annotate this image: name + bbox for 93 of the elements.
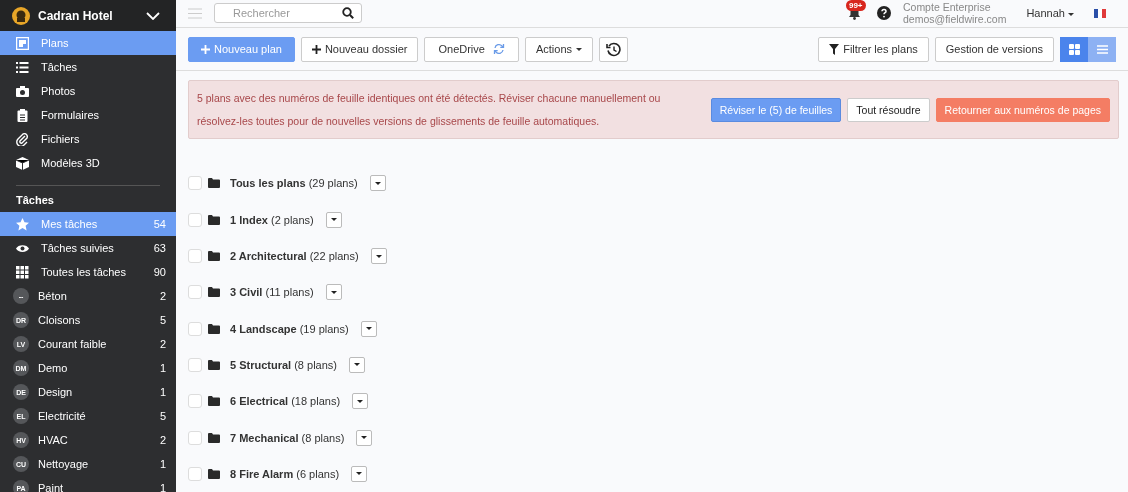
folder-name[interactable]: 4 Landscape (19 plans) bbox=[230, 322, 349, 335]
folder-icon bbox=[208, 468, 220, 479]
plus-icon bbox=[201, 44, 210, 54]
task-count: 63 bbox=[153, 242, 166, 254]
help-icon[interactable] bbox=[876, 6, 891, 21]
new-folder-button[interactable]: Nouveau dossier bbox=[300, 36, 419, 62]
folder-dropdown[interactable] bbox=[351, 465, 368, 482]
checkbox[interactable] bbox=[188, 430, 202, 445]
plus-icon bbox=[311, 44, 321, 54]
account-email: demos@fieldwire.com bbox=[902, 13, 1007, 26]
folder-dropdown[interactable] bbox=[369, 175, 386, 192]
checkbox[interactable] bbox=[188, 176, 202, 191]
folder-name[interactable]: 1 Index (2 plans) bbox=[230, 213, 314, 226]
actions-dropdown[interactable]: Actions bbox=[524, 36, 593, 62]
folder-dropdown[interactable] bbox=[352, 393, 369, 410]
project-header[interactable]: Cadran Hotel bbox=[0, 0, 176, 31]
sidebar-item[interactable]: Photos bbox=[0, 79, 176, 103]
plans-icon bbox=[16, 36, 29, 50]
flag-icon[interactable] bbox=[1094, 8, 1106, 18]
onedrive-button[interactable]: OneDrive bbox=[424, 36, 519, 62]
checkbox[interactable] bbox=[188, 321, 202, 336]
checkbox[interactable] bbox=[188, 249, 202, 264]
folder-icon bbox=[208, 323, 220, 334]
folder-dropdown[interactable] bbox=[356, 429, 373, 446]
folder-name[interactable]: 8 Fire Alarm (6 plans) bbox=[230, 467, 340, 480]
list-view-button[interactable] bbox=[1088, 36, 1116, 62]
logo-icon bbox=[12, 6, 30, 25]
list-icon bbox=[1096, 44, 1108, 54]
project-name: Cadran Hotel bbox=[38, 8, 114, 23]
history-button[interactable] bbox=[599, 36, 628, 62]
filter-plans-button[interactable]: Filtrer les plans bbox=[818, 36, 929, 62]
task-count: 1 bbox=[159, 482, 166, 492]
folder-icon bbox=[208, 214, 220, 225]
resolve-all-button[interactable]: Tout résoudre bbox=[847, 97, 930, 122]
folder-name[interactable]: 6 Electrical (18 plans) bbox=[230, 395, 341, 408]
checkbox[interactable] bbox=[188, 466, 202, 481]
search-icon bbox=[342, 7, 354, 20]
folder-icon bbox=[208, 359, 220, 370]
folder-icon bbox=[208, 178, 220, 189]
task-count: 1 bbox=[159, 458, 166, 470]
task-count: 90 bbox=[153, 266, 166, 278]
checkbox[interactable] bbox=[188, 285, 202, 300]
task-filter-item[interactable]: Tâches suivies 63 bbox=[0, 236, 176, 260]
account-type: Compte Enterprise bbox=[902, 1, 992, 14]
folder-name[interactable]: 3 Civil (11 plans) bbox=[230, 286, 314, 299]
folder-icon bbox=[208, 251, 220, 262]
user-menu[interactable]: Hannah bbox=[1018, 7, 1082, 20]
checkbox[interactable] bbox=[188, 394, 202, 409]
sidebar-item[interactable]: Fichiers bbox=[0, 127, 176, 151]
task-count: 2 bbox=[159, 338, 166, 350]
folder-dropdown[interactable] bbox=[360, 320, 377, 337]
task-count: 1 bbox=[159, 362, 166, 374]
list-icon bbox=[16, 60, 29, 74]
folder-icon bbox=[208, 396, 220, 407]
search-field[interactable]: Rechercher bbox=[214, 3, 362, 24]
task-count: 1 bbox=[159, 386, 166, 398]
version-management-button[interactable]: Gestion de versions bbox=[934, 36, 1054, 62]
alert-message: 5 plans avec des numéros de feuille identiques ont été détectés. Réviser chacune manuellement ou résolvez-les toutes pour de nouvelles versions de glissements de feuille automatiques. bbox=[197, 90, 662, 129]
task-count: 2 bbox=[159, 434, 166, 446]
grid-icon bbox=[16, 265, 29, 279]
task-count: 5 bbox=[159, 410, 166, 422]
sync-icon bbox=[492, 43, 505, 56]
task-filter-item[interactable]: Toutes les tâches 90 bbox=[0, 260, 176, 284]
folder-dropdown[interactable] bbox=[349, 356, 365, 373]
task-count: 54 bbox=[153, 218, 166, 230]
filter-icon bbox=[829, 43, 840, 55]
sidebar-item[interactable]: Formulaires bbox=[0, 103, 176, 127]
cube-icon bbox=[16, 156, 29, 170]
folder-name[interactable]: Tous les plans (29 plans) bbox=[230, 177, 358, 190]
grid-view-button[interactable] bbox=[1060, 36, 1088, 62]
task-count: 2 bbox=[159, 290, 166, 302]
folder-dropdown[interactable] bbox=[370, 248, 387, 265]
folder-name[interactable]: 5 Structural (8 plans) bbox=[230, 358, 337, 371]
chevron-down-icon bbox=[146, 11, 160, 20]
sidebar-item[interactable]: Tâches bbox=[0, 55, 176, 79]
section-heading: Tâches bbox=[15, 194, 55, 208]
folder-name[interactable]: 2 Architectural (22 plans) bbox=[230, 250, 359, 263]
camera-icon bbox=[16, 84, 29, 98]
folder-icon bbox=[208, 432, 220, 443]
folder-icon bbox=[208, 287, 220, 298]
task-count: 5 bbox=[159, 314, 166, 326]
folder-dropdown[interactable] bbox=[325, 211, 342, 228]
clipboard-icon bbox=[16, 108, 29, 122]
history-icon bbox=[606, 41, 621, 57]
notification-badge: 99+ bbox=[845, 0, 866, 12]
grid-icon bbox=[1068, 43, 1080, 55]
sidebar-item[interactable]: Modèles 3D bbox=[0, 151, 176, 175]
paperclip-icon bbox=[16, 132, 29, 146]
folder-name[interactable]: 7 Mechanical (8 plans) bbox=[230, 431, 345, 444]
folder-dropdown[interactable] bbox=[325, 284, 342, 301]
checkbox[interactable] bbox=[188, 212, 202, 227]
star-icon bbox=[16, 217, 29, 231]
checkbox[interactable] bbox=[188, 357, 202, 372]
